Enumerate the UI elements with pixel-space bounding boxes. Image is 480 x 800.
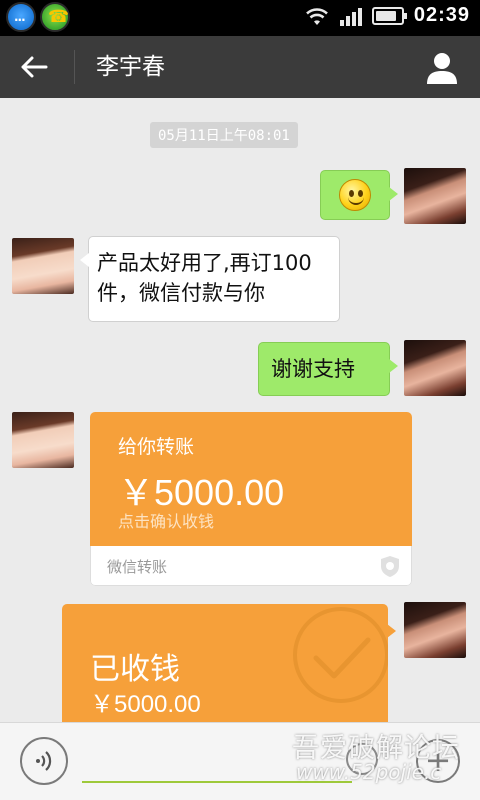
shield-icon [381,556,399,577]
my-avatar[interactable] [404,602,466,658]
my-avatar[interactable] [404,168,466,224]
transfer-card-body: 给你转账 ￥5000.00 点击确认收钱 [90,412,412,546]
profile-button[interactable] [424,50,460,86]
message-text-line: 件，微信付款与你 [97,281,265,305]
incoming-text-bubble[interactable]: 产品太好用了,再订100 件，微信付款与你 [80,236,340,322]
contact-avatar[interactable] [12,238,74,294]
message-list[interactable]: 05月11日上午08:01 产品太好用了,再订100 件，微信付款与你 谢谢支持… [0,98,480,722]
voice-icon [36,751,52,771]
message-text-line: 产品太好用了,再订100 [97,251,312,275]
chat-title: 李宇春 [96,54,165,80]
transfer-source-label: 微信转账 [107,558,168,576]
check-circle-icon [293,607,388,703]
contact-avatar[interactable] [12,412,74,468]
person-icon [427,53,457,84]
notification-area [6,2,70,32]
received-title: 已收钱 [90,652,180,687]
status-bar: 02:39 [0,0,480,36]
message-timestamp: 05月11日上午08:01 [150,122,298,148]
arrow-left-icon [21,56,48,78]
transfer-card-footer: 微信转账 [90,546,412,586]
game-phone-icon [40,2,70,32]
my-avatar[interactable] [404,340,466,396]
signal-icon [339,6,362,26]
battery-level [375,10,397,21]
back-button[interactable] [12,46,56,88]
voice-button[interactable] [20,737,68,785]
clock: 02:39 [413,4,470,26]
qq-icon [6,2,36,32]
status-indicators: 02:39 [304,4,470,27]
outgoing-emoji-bubble[interactable] [320,170,398,220]
outgoing-text-bubble[interactable]: 谢谢支持 [258,342,398,396]
battery-icon [371,6,407,25]
transfer-card[interactable]: 给你转账 ￥5000.00 点击确认收钱 微信转账 [90,412,412,586]
transfer-action: 点击确认收钱 [118,512,215,531]
received-card[interactable]: 已收钱 ￥5000.00 [62,604,388,722]
header-divider [74,50,75,84]
watermark-url: www.52pojie.c [296,760,442,784]
chat-header: 李宇春 [0,36,480,98]
wifi-icon [305,7,328,25]
received-amount: ￥5000.00 [90,691,201,718]
smiley-icon [339,179,371,211]
received-card-tail [387,624,396,638]
message-text: 谢谢支持 [271,357,355,381]
transfer-title: 给你转账 [118,436,195,458]
